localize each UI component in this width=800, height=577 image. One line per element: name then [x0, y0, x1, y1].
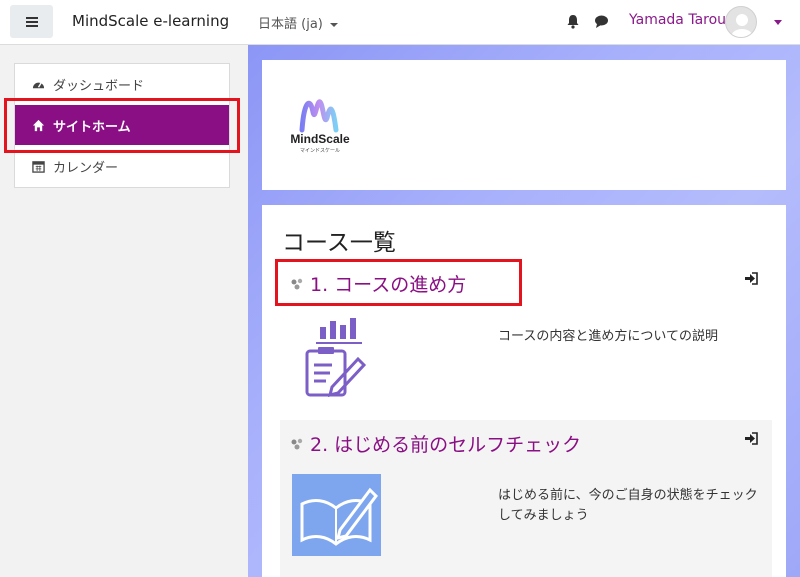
dashboard-icon	[32, 81, 45, 88]
course-title-text[interactable]: 2. はじめる前のセルフチェック	[310, 430, 581, 457]
site-name[interactable]: MindScale e-learning	[72, 12, 229, 30]
mindscale-logo-icon	[299, 99, 339, 133]
logo-subtitle: マインドスケール	[299, 148, 340, 154]
sidebar-item-label: ダッシュボード	[53, 78, 145, 94]
site-logo: MindScale マインドスケール	[280, 92, 360, 158]
language-selector[interactable]: 日本語 (ja)	[258, 13, 338, 32]
course-2-title[interactable]: 2. はじめる前のセルフチェック	[290, 430, 581, 457]
highlight-box-course-1	[275, 259, 522, 306]
user-silhouette-icon	[731, 14, 753, 37]
user-name[interactable]: Yamada Tarou	[629, 12, 726, 28]
chevron-down-icon	[329, 22, 338, 27]
enter-course-icon[interactable]	[744, 432, 758, 445]
sidebar-item-label: カレンダー	[53, 160, 119, 176]
course-1-image	[305, 318, 367, 397]
highlight-box-site-home	[4, 98, 240, 153]
course-2-image	[292, 474, 381, 556]
enter-course-icon[interactable]	[744, 272, 758, 285]
course-bullet-icon	[291, 438, 303, 449]
user-menu-chevron-icon[interactable]	[774, 20, 782, 25]
chat-icon[interactable]	[594, 14, 609, 29]
course-list-title: コース一覧	[282, 230, 396, 256]
menu-icon	[25, 20, 38, 23]
avatar[interactable]	[725, 6, 757, 38]
logo-name: MindScale	[290, 132, 350, 146]
menu-toggle-button[interactable]	[10, 5, 53, 38]
calendar-icon	[32, 160, 45, 173]
top-navbar: MindScale e-learning 日本語 (ja) Yamada Tar…	[0, 0, 800, 45]
course-1-summary: コースの内容と進め方についての説明	[498, 329, 718, 344]
bell-icon[interactable]	[566, 14, 580, 29]
course-2-summary: はじめる前に、今のご自身の状態をチェックしてみましょう	[498, 488, 758, 523]
language-label: 日本語 (ja)	[258, 17, 323, 32]
